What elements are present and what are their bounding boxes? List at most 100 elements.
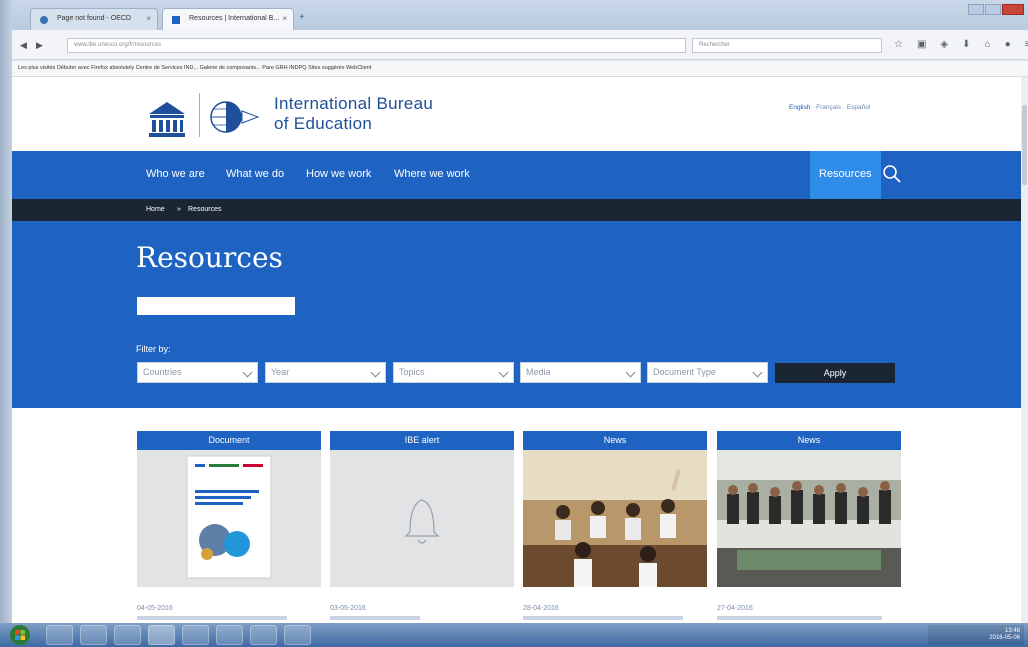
addon-icon[interactable]: ● <box>1005 39 1011 50</box>
topics-select[interactable]: Topics <box>393 362 514 383</box>
new-tab-icon[interactable]: + <box>299 12 305 23</box>
resource-card-document[interactable]: Document <box>137 431 321 591</box>
web-page: International Bureau of Education Englis… <box>12 77 1021 623</box>
document-cover-image <box>186 455 272 579</box>
breadcrumb-separator: » <box>177 206 181 213</box>
card-thumbnail[interactable] <box>137 450 321 587</box>
resources-hero: Resources Filter by: Countries Year Topi… <box>12 221 1021 408</box>
card-date: 27-04-2016 <box>717 605 753 612</box>
excel-taskbar-icon[interactable] <box>216 625 243 645</box>
explorer-taskbar-icon[interactable] <box>80 625 107 645</box>
classroom-photo <box>523 450 707 587</box>
home-icon[interactable]: ⌂ <box>985 39 991 50</box>
tab-title: Resources | International B... <box>189 15 280 22</box>
system-tray[interactable]: 13:48 2016-05-06 <box>928 625 1024 645</box>
resource-card-news-meeting[interactable]: News <box>717 431 901 591</box>
nav-how-we-work[interactable]: How we work <box>306 168 371 180</box>
document-type-select[interactable]: Document Type <box>647 362 768 383</box>
card-type-label: News <box>523 431 707 450</box>
site-title[interactable]: International Bureau of Education <box>274 94 433 134</box>
download-icon[interactable]: ⬇ <box>962 39 970 50</box>
ibe-globe-logo-icon[interactable] <box>202 97 262 137</box>
minimize-button[interactable] <box>968 4 984 15</box>
card-thumbnail[interactable] <box>523 450 707 587</box>
close-window-button[interactable] <box>1002 4 1024 15</box>
clock-time: 13:48 <box>1004 628 1020 634</box>
tab-title: Page not found - OECD <box>57 15 131 22</box>
chevron-down-icon <box>370 367 381 378</box>
chevron-down-icon <box>498 367 509 378</box>
app-taskbar-icon[interactable] <box>250 625 277 645</box>
countries-select-value: Countries <box>143 367 182 377</box>
card-date: 04-05-2016 <box>137 605 173 612</box>
nav-resources[interactable]: Resources <box>810 151 881 199</box>
bookmarks-list: Les plus visités Débuter avec Firefox ab… <box>18 65 372 71</box>
browser-tab-oecd[interactable]: Page not found - OECD × <box>30 8 158 30</box>
nav-where-we-work[interactable]: Where we work <box>394 168 470 180</box>
card-title-cutoff <box>137 616 287 620</box>
lync-taskbar-icon[interactable] <box>182 625 209 645</box>
card-thumbnail[interactable] <box>330 450 514 587</box>
card-date: 28-04-2016 <box>523 605 559 612</box>
ibe-favicon-icon <box>172 16 180 24</box>
language-switcher[interactable]: English · Français · Español <box>789 104 870 111</box>
unesco-temple-logo-icon[interactable] <box>147 100 187 138</box>
media-select[interactable]: Media <box>520 362 641 383</box>
window-border <box>0 0 12 623</box>
site-header: International Bureau of Education Englis… <box>12 77 1021 150</box>
nav-who-we-are[interactable]: Who we are <box>146 168 205 180</box>
breadcrumb: Home » Resources <box>12 199 1021 221</box>
resource-card-ibe-alert[interactable]: IBE alert <box>330 431 514 591</box>
resource-card-news-classroom[interactable]: News <box>523 431 707 591</box>
maximize-button[interactable] <box>985 4 1001 15</box>
url-text: www.ibe.unesco.org/fr/resources <box>74 42 162 48</box>
page-scrollbar[interactable] <box>1021 77 1028 623</box>
start-button-icon[interactable] <box>8 624 32 646</box>
browser-search-input[interactable]: Rechercher <box>692 38 882 53</box>
apply-button[interactable]: Apply <box>775 363 895 383</box>
chevron-down-icon <box>242 367 253 378</box>
lang-others[interactable]: · Français · Español <box>810 104 870 111</box>
ie-taskbar-icon[interactable] <box>46 625 73 645</box>
browser-tab-resources[interactable]: Resources | International B... × <box>162 8 294 30</box>
lang-english[interactable]: English <box>789 104 810 111</box>
countries-select[interactable]: Countries <box>137 362 258 383</box>
scrollbar-thumb[interactable] <box>1022 105 1027 185</box>
card-title-cutoff <box>330 616 420 620</box>
bookmarks-bar[interactable]: Les plus visités Débuter avec Firefox ab… <box>12 61 1028 77</box>
pocket-icon[interactable]: ◈ <box>940 39 948 50</box>
desktop: Page not found - OECD × Resources | Inte… <box>0 0 1028 647</box>
card-thumbnail[interactable] <box>717 450 901 587</box>
card-type-label: IBE alert <box>330 431 514 450</box>
reading-list-icon[interactable]: ▣ <box>917 39 926 50</box>
search-placeholder: Rechercher <box>699 42 731 48</box>
app-taskbar-icon[interactable] <box>284 625 311 645</box>
breadcrumb-current: Resources <box>188 206 222 213</box>
address-bar[interactable]: www.ibe.unesco.org/fr/resources <box>67 38 686 53</box>
outlook-taskbar-icon[interactable] <box>114 625 141 645</box>
document-type-select-value: Document Type <box>653 367 716 377</box>
logo-divider <box>199 93 200 137</box>
browser-tab-strip: Page not found - OECD × Resources | Inte… <box>12 0 1028 30</box>
close-tab-icon[interactable]: × <box>146 14 151 23</box>
forward-arrow-icon[interactable]: ▶ <box>36 40 43 51</box>
filter-label: Filter by: <box>136 344 171 354</box>
oecd-favicon-icon <box>40 16 48 24</box>
card-date: 03-05-2016 <box>330 605 366 612</box>
firefox-taskbar-icon[interactable] <box>148 625 175 645</box>
main-navigation: Who we are What we do How we work Where … <box>12 151 1021 199</box>
browser-toolbar: ◀ ▶ www.ibe.unesco.org/fr/resources Rech… <box>12 30 1028 60</box>
year-select[interactable]: Year <box>265 362 386 383</box>
keyword-search-input[interactable] <box>137 297 295 315</box>
site-title-line1: International Bureau <box>274 94 434 113</box>
search-icon[interactable] <box>882 164 902 184</box>
menu-icon[interactable]: ≡ <box>1025 39 1028 50</box>
year-select-value: Year <box>271 367 290 377</box>
star-icon[interactable]: ☆ <box>894 39 903 50</box>
close-tab-icon[interactable]: × <box>282 14 287 23</box>
card-title-cutoff <box>523 616 683 620</box>
chevron-down-icon <box>625 367 636 378</box>
breadcrumb-home[interactable]: Home <box>146 206 165 213</box>
nav-what-we-do[interactable]: What we do <box>226 168 284 180</box>
back-arrow-icon[interactable]: ◀ <box>20 40 27 51</box>
